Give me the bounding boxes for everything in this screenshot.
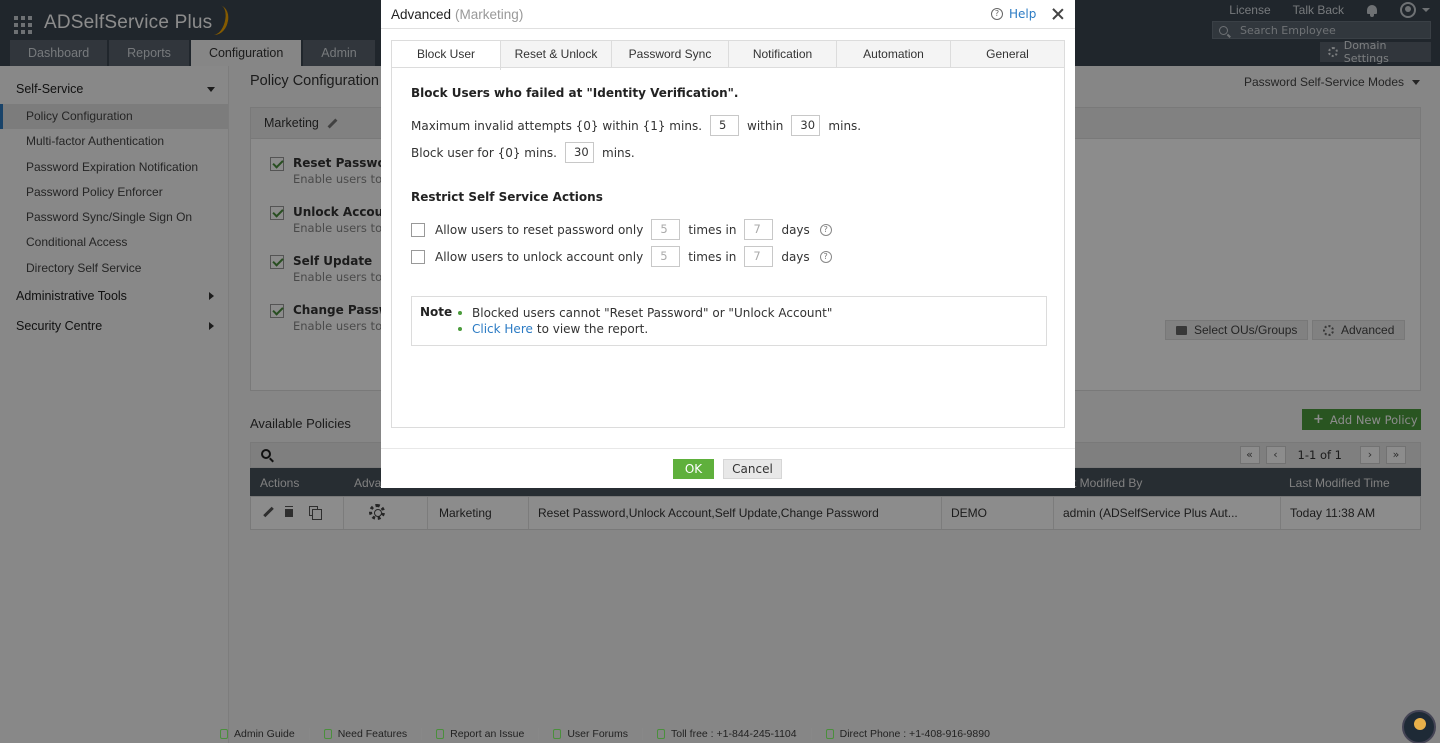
dialog-footer: OK Cancel	[381, 448, 1075, 488]
mins-label: mins.	[828, 118, 862, 133]
footer-need-features[interactable]: Need Features	[323, 727, 408, 740]
tab-password-sync[interactable]: Password Sync	[612, 41, 729, 68]
footer-divider	[538, 727, 540, 740]
footer-report-issue[interactable]: Report an Issue	[436, 728, 524, 740]
ok-button[interactable]: OK	[673, 459, 714, 479]
times-in-label: times in	[688, 249, 737, 264]
note-text: Blocked users cannot "Reset Password" or…	[472, 306, 833, 320]
days-label: days	[781, 249, 810, 264]
dialog-title: Advanced (Marketing)	[391, 7, 523, 22]
bullet-icon	[458, 327, 462, 331]
help-icon[interactable]: ?	[819, 250, 832, 263]
days-label: days	[781, 222, 810, 237]
max-attempts-input[interactable]: 5	[710, 115, 740, 136]
block-users-title: Block Users who failed at "Identity Veri…	[411, 86, 739, 100]
dialog-title-text: Advanced	[391, 7, 452, 22]
help-icon[interactable]: ?	[819, 223, 832, 236]
footer-divider	[810, 727, 812, 740]
within-minutes-input[interactable]: 30	[791, 115, 821, 136]
footer-label: Direct Phone : +1-408-916-9890	[839, 727, 990, 740]
unlock-days-input[interactable]: 7	[744, 246, 774, 267]
cancel-button[interactable]: Cancel	[723, 459, 782, 479]
footer-user-forums[interactable]: User Forums	[553, 728, 628, 740]
block-for-label: Block user for {0} mins.	[411, 145, 557, 160]
tab-automation[interactable]: Automation	[837, 41, 951, 68]
bullet-icon	[458, 311, 462, 315]
block-duration-row: Block user for {0} mins. 30 mins.	[411, 142, 635, 163]
footer-admin-guide[interactable]: Admin Guide	[220, 728, 295, 740]
unlock-limit-row: Allow users to unlock account only 5 tim…	[411, 246, 832, 267]
book-icon	[220, 728, 228, 739]
block-duration-input[interactable]: 30	[565, 142, 594, 163]
advanced-settings-dialog: Advanced (Marketing) ? Help Block User Re…	[381, 0, 1075, 488]
within-label: within	[747, 118, 784, 133]
help-label: Help	[1009, 7, 1037, 21]
max-attempts-label: Maximum invalid attempts {0} within {1} …	[411, 118, 703, 133]
dialog-header: Advanced (Marketing) ? Help	[381, 0, 1075, 29]
note-item: Click Here to view the report.	[458, 322, 648, 336]
dialog-subtitle: (Marketing)	[455, 7, 524, 22]
mins-label: mins.	[602, 145, 635, 160]
times-in-label: times in	[688, 222, 737, 237]
tab-notification[interactable]: Notification	[729, 41, 837, 68]
reset-limit-checkbox[interactable]	[411, 222, 425, 237]
tab-general[interactable]: General	[951, 41, 1064, 68]
footer: Admin Guide Need Features Report an Issu…	[0, 724, 1440, 743]
footer-direct-phone: Direct Phone : +1-408-916-9890	[825, 727, 990, 740]
footer-toll-free: Toll free : +1-844-245-1104	[657, 728, 797, 740]
footer-label: User Forums	[567, 727, 628, 740]
reset-times-input[interactable]: 5	[651, 219, 681, 240]
note-item: Blocked users cannot "Reset Password" or…	[458, 306, 832, 320]
help-icon: ?	[991, 8, 1003, 20]
max-attempts-row: Maximum invalid attempts {0} within {1} …	[411, 115, 861, 136]
tab-block-user[interactable]: Block User	[392, 41, 501, 70]
reset-limit-label: Allow users to reset password only	[435, 222, 644, 237]
phone-icon	[657, 728, 665, 739]
dialog-tabs: Block User Reset & Unlock Password Sync …	[391, 40, 1065, 70]
unlock-limit-label: Allow users to unlock account only	[435, 249, 644, 264]
bug-icon	[436, 728, 445, 739]
tab-reset-unlock[interactable]: Reset & Unlock	[501, 41, 612, 68]
unlock-limit-checkbox[interactable]	[411, 249, 425, 264]
footer-divider	[642, 727, 643, 740]
forum-icon	[553, 728, 562, 739]
footer-label: Admin Guide	[234, 727, 295, 740]
footer-label: Need Features	[337, 727, 408, 740]
footer-divider	[308, 727, 310, 740]
help-link[interactable]: ? Help	[991, 7, 1036, 21]
chat-assistant-icon[interactable]	[1402, 710, 1436, 743]
note-label: Note	[420, 305, 453, 319]
note-box: Note Blocked users cannot "Reset Passwor…	[411, 296, 1047, 346]
footer-divider	[421, 727, 423, 740]
bulb-icon	[323, 728, 332, 739]
close-icon[interactable]	[1051, 7, 1065, 21]
footer-label: Toll free : +1-844-245-1104	[671, 727, 797, 740]
block-user-panel: Block Users who failed at "Identity Veri…	[391, 67, 1065, 428]
reset-days-input[interactable]: 7	[744, 219, 774, 240]
footer-label: Report an Issue	[450, 727, 525, 740]
reset-limit-row: Allow users to reset password only 5 tim…	[411, 219, 832, 240]
note-text: to view the report.	[536, 322, 649, 336]
view-report-link[interactable]: Click Here	[472, 322, 533, 336]
phone-icon	[825, 728, 834, 739]
restrict-actions-title: Restrict Self Service Actions	[411, 190, 603, 204]
unlock-times-input[interactable]: 5	[651, 246, 681, 267]
